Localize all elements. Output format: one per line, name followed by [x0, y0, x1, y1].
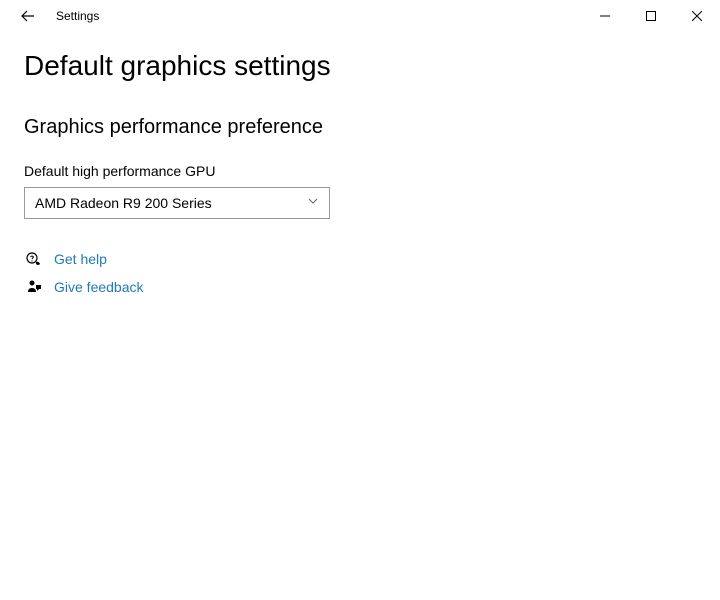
minimize-icon	[600, 11, 610, 21]
gpu-dropdown[interactable]: AMD Radeon R9 200 Series	[24, 187, 330, 219]
gpu-field-label: Default high performance GPU	[24, 163, 696, 179]
get-help-link[interactable]: Get help	[54, 251, 107, 267]
section-title: Graphics performance preference	[24, 116, 696, 139]
help-icon	[24, 251, 44, 267]
get-help-row: Get help	[24, 251, 696, 267]
minimize-button[interactable]	[582, 0, 628, 32]
content-area: Default graphics settings Graphics perfo…	[0, 32, 720, 295]
give-feedback-row: Give feedback	[24, 279, 696, 295]
maximize-icon	[646, 11, 656, 21]
close-button[interactable]	[674, 0, 720, 32]
window-controls	[582, 0, 720, 32]
back-button[interactable]	[12, 0, 44, 32]
titlebar: Settings	[0, 0, 720, 32]
page-title: Default graphics settings	[24, 50, 696, 82]
feedback-icon	[24, 279, 44, 295]
window-title: Settings	[56, 9, 99, 23]
give-feedback-link[interactable]: Give feedback	[54, 279, 144, 295]
close-icon	[692, 11, 702, 21]
chevron-down-icon	[307, 194, 319, 212]
arrow-left-icon	[20, 8, 36, 24]
maximize-button[interactable]	[628, 0, 674, 32]
gpu-dropdown-value: AMD Radeon R9 200 Series	[35, 195, 212, 211]
